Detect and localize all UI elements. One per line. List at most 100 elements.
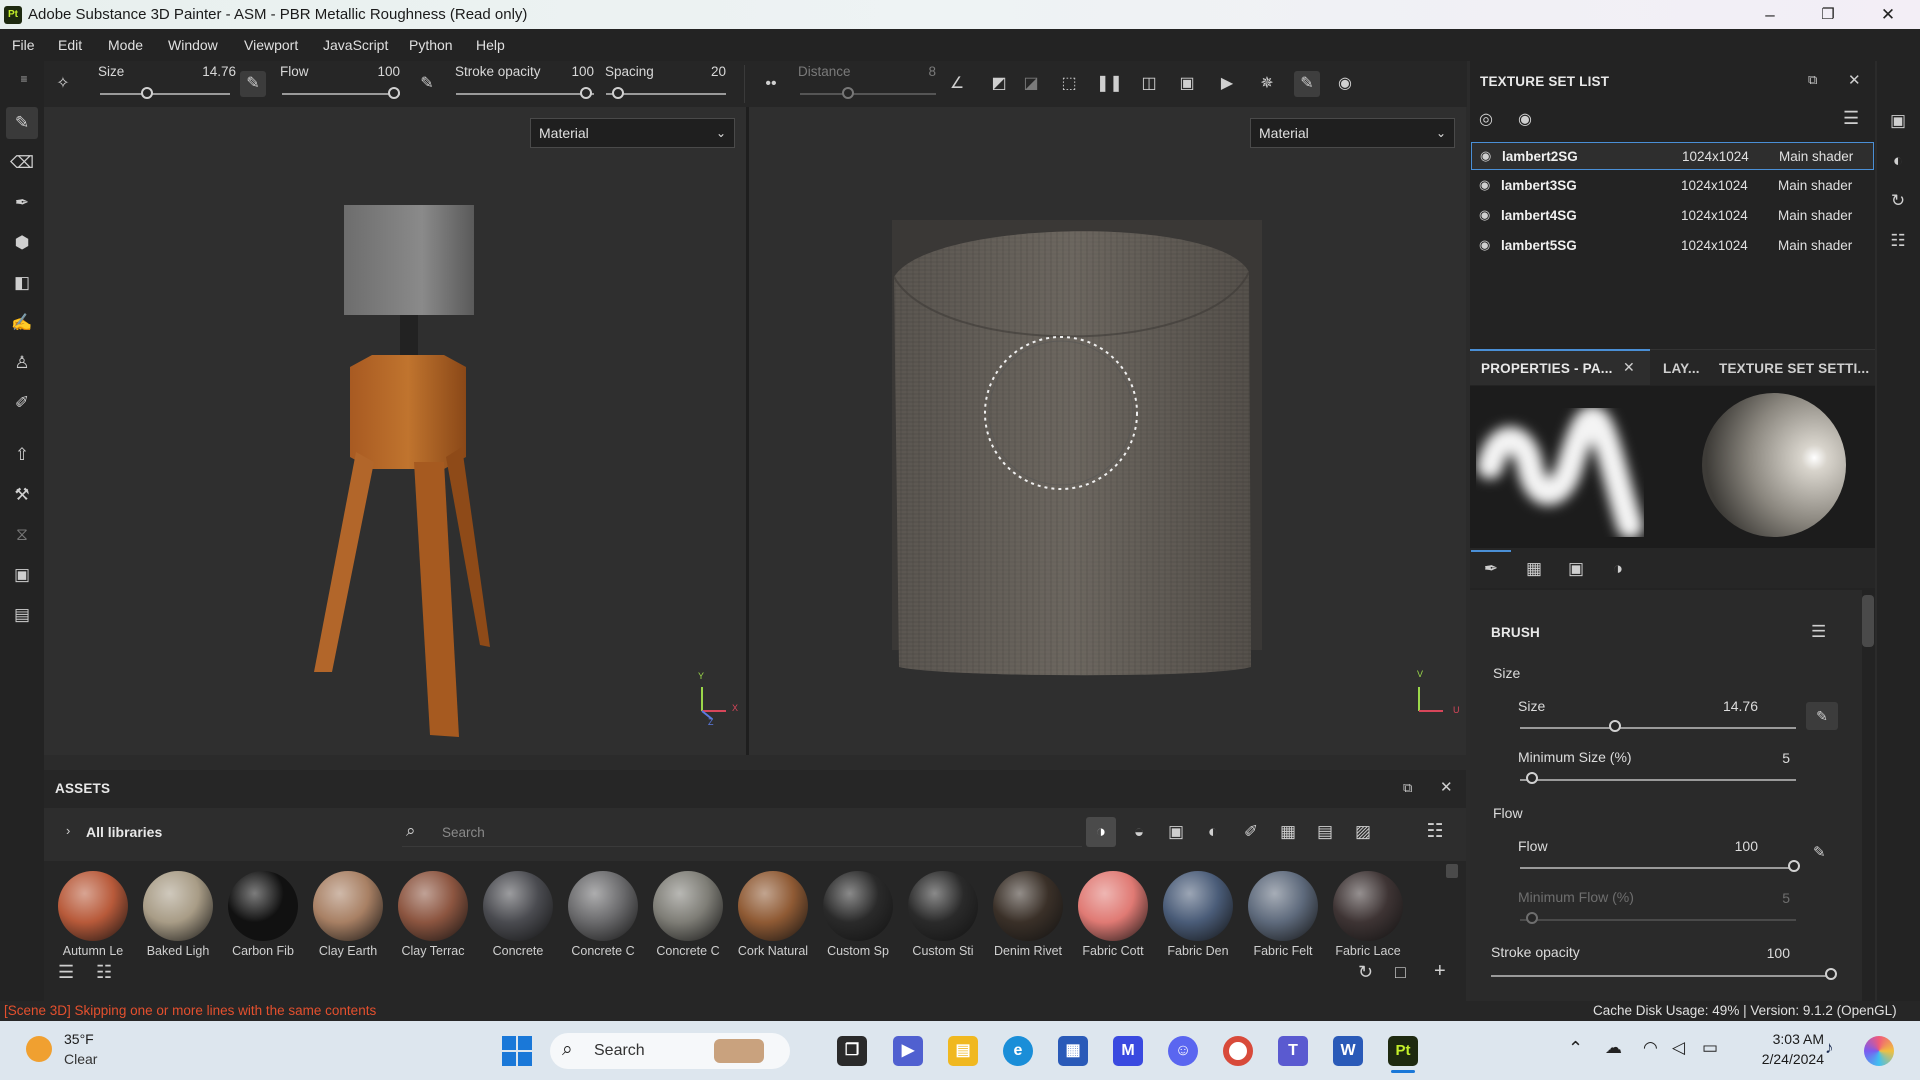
- menu-window[interactable]: Window: [168, 37, 218, 53]
- chevron-right-icon[interactable]: ›: [66, 823, 70, 838]
- properties-scrollbar[interactable]: [1862, 595, 1874, 647]
- stroke-opacity-slider-knob[interactable]: [1825, 968, 1837, 980]
- export-icon[interactable]: ⇧: [6, 439, 38, 471]
- menu-edit[interactable]: Edit: [58, 37, 82, 53]
- asset-thumbnail[interactable]: [908, 871, 978, 941]
- smudge-tool-icon[interactable]: ✍: [6, 307, 38, 339]
- viewport-3d[interactable]: Material ⌄ Y X Z: [44, 107, 746, 755]
- toolbar-distance-value[interactable]: 8: [904, 64, 936, 79]
- geometry-mask-tool-icon[interactable]: ◧: [6, 267, 38, 299]
- filter-generators-icon[interactable]: ◐: [1198, 817, 1228, 847]
- assets-folder-icon[interactable]: □: [1395, 962, 1406, 983]
- filter-environments-icon[interactable]: ▨: [1348, 817, 1378, 847]
- paint-brush-tool-icon[interactable]: ✎: [6, 107, 38, 139]
- restore-icon[interactable]: ❐: [1800, 0, 1856, 29]
- filter-alphas-icon[interactable]: ▤: [1310, 817, 1340, 847]
- toolbar-distance-slider[interactable]: [800, 93, 936, 95]
- filter-materials-icon[interactable]: ◑: [1086, 817, 1116, 847]
- taskbar-search[interactable]: ⌕ Search: [550, 1033, 790, 1069]
- screenshot-camera-icon[interactable]: ◉: [1332, 71, 1358, 97]
- display-settings-icon[interactable]: ▣: [6, 559, 38, 591]
- assets-refresh-icon[interactable]: ↻: [1358, 962, 1373, 983]
- task-view-icon[interactable]: ❐: [837, 1036, 867, 1066]
- mirror-radial-icon[interactable]: ◪: [1018, 71, 1044, 97]
- min-size-slider[interactable]: [1520, 779, 1796, 781]
- clone-stamp-tool-icon[interactable]: ♙: [6, 347, 38, 379]
- menu-file[interactable]: File: [12, 37, 35, 53]
- size-value[interactable]: 14.76: [1698, 698, 1758, 714]
- stroke-opacity-value[interactable]: 100: [1730, 945, 1790, 961]
- size-pen-pressure-icon[interactable]: ✎: [240, 71, 266, 97]
- environment-icon[interactable]: ◐: [1882, 145, 1914, 177]
- flow-slider[interactable]: [1520, 867, 1796, 869]
- asset-thumbnail[interactable]: [738, 871, 808, 941]
- assets-scrollbar[interactable]: [1446, 864, 1458, 878]
- camera-video-icon[interactable]: ▶: [1214, 71, 1240, 97]
- min-size-value[interactable]: 5: [1730, 750, 1790, 766]
- toolbar-stroke-opacity-value[interactable]: 100: [544, 64, 594, 79]
- asset-thumbnail[interactable]: [568, 871, 638, 941]
- asset-thumbnail[interactable]: [993, 871, 1063, 941]
- pause-render-icon[interactable]: ❚❚: [1096, 71, 1123, 97]
- toolbar-spacing-value[interactable]: 20: [674, 64, 726, 79]
- stroke-opacity-slider[interactable]: [1491, 975, 1833, 977]
- baking-icon[interactable]: ⚒: [6, 479, 38, 511]
- battery-icon[interactable]: ▭: [1702, 1038, 1718, 1058]
- min-size-slider-knob[interactable]: [1525, 772, 1538, 784]
- asset-thumbnail[interactable]: [823, 871, 893, 941]
- menu-python[interactable]: Python: [409, 37, 453, 53]
- alpha-tab-icon[interactable]: ▦: [1517, 552, 1551, 586]
- projection-tool-icon[interactable]: ✒: [6, 187, 38, 219]
- asset-thumbnail[interactable]: [143, 871, 213, 941]
- asset-thumbnail[interactable]: [228, 871, 298, 941]
- toolbar-size-value[interactable]: 14.76: [176, 64, 236, 79]
- eye-icon[interactable]: ◉: [1480, 148, 1491, 164]
- assets-close-icon[interactable]: ✕: [1440, 778, 1453, 796]
- toolbar-flow-knob[interactable]: [388, 87, 400, 99]
- asset-thumbnail[interactable]: [313, 871, 383, 941]
- texture-set-shader[interactable]: Main shader: [1779, 149, 1853, 164]
- eye-icon[interactable]: ◉: [1518, 109, 1532, 129]
- hide-mask-icon[interactable]: ⬚: [1056, 71, 1082, 97]
- split-view-icon[interactable]: ◫: [1136, 71, 1162, 97]
- mirror-symmetry-icon[interactable]: ◩: [986, 71, 1012, 97]
- minimize-icon[interactable]: –: [1742, 0, 1798, 29]
- eye-icon[interactable]: ◉: [1479, 177, 1490, 193]
- tab-layers[interactable]: LAY...: [1663, 361, 1700, 376]
- filter-masks-icon[interactable]: ▣: [1161, 817, 1191, 847]
- panel-float-icon[interactable]: ⧉: [1808, 72, 1817, 88]
- taskbar-search-input[interactable]: Search: [594, 1042, 645, 1060]
- substance-painter-taskbar-icon[interactable]: Pt: [1388, 1036, 1418, 1066]
- close-icon[interactable]: ✕: [1623, 359, 1635, 376]
- weather-temp[interactable]: 35°F: [64, 1031, 94, 1047]
- lazy-mouse-icon[interactable]: ••: [758, 71, 784, 97]
- size-pen-pressure-icon[interactable]: ✎: [1806, 702, 1838, 730]
- texture-set-shader[interactable]: Main shader: [1778, 208, 1852, 223]
- history-hourglass-icon[interactable]: ⧖: [6, 519, 38, 551]
- asset-thumbnail[interactable]: [483, 871, 553, 941]
- panel-menu-icon[interactable]: ☰: [1843, 108, 1859, 129]
- toolbar-size-knob[interactable]: [141, 87, 153, 99]
- copilot-icon[interactable]: [1864, 1036, 1894, 1066]
- texture-set-shader[interactable]: Main shader: [1778, 178, 1852, 193]
- polygon-fill-tool-icon[interactable]: ⬢: [6, 227, 38, 259]
- teams-meet-icon[interactable]: ▶: [893, 1036, 923, 1066]
- brush-preset-menu-icon[interactable]: ☰: [1811, 622, 1826, 642]
- toolbar-stroke-opacity-slider[interactable]: [456, 93, 594, 95]
- status-message[interactable]: [Scene 3D] Skipping one or more lines wi…: [4, 1003, 376, 1018]
- toolbar-size-slider[interactable]: [100, 93, 230, 95]
- file-explorer-icon[interactable]: ▤: [948, 1036, 978, 1066]
- texture-set-row[interactable]: ◉ lambert3SG 1024x1024 Main shader: [1471, 172, 1874, 200]
- edge-browser-icon[interactable]: e: [1003, 1036, 1033, 1066]
- stencil-tab-icon[interactable]: ▣: [1559, 552, 1593, 586]
- min-flow-value[interactable]: 5: [1730, 890, 1790, 906]
- asset-thumbnail[interactable]: [58, 871, 128, 941]
- weather-status[interactable]: Clear: [64, 1051, 97, 1067]
- eye-icon[interactable]: ◉: [1479, 237, 1490, 253]
- wifi-icon[interactable]: ◠: [1643, 1038, 1658, 1058]
- weather-moon-icon[interactable]: [26, 1036, 52, 1062]
- assets-sort-icon[interactable]: ☷: [96, 962, 112, 983]
- flow-value[interactable]: 100: [1698, 838, 1758, 854]
- panel-close-icon[interactable]: ✕: [1848, 71, 1861, 89]
- material-tab-icon[interactable]: ◑: [1601, 552, 1635, 586]
